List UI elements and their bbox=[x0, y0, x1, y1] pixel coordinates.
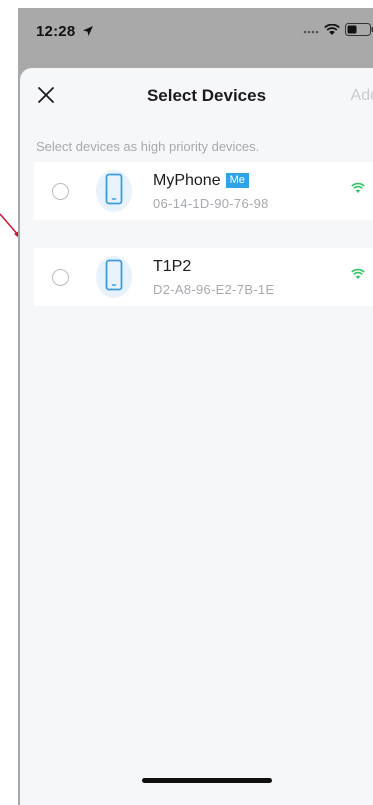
device-mac: D2-A8-96-E2-7B-1E bbox=[153, 282, 275, 297]
device-icon bbox=[96, 254, 132, 300]
select-devices-sheet: Select Devices Add Select devices as hig… bbox=[20, 68, 373, 805]
wifi-icon bbox=[351, 182, 365, 193]
device-row[interactable]: T1P2 D2-A8-96-E2-7B-1E bbox=[34, 248, 373, 306]
device-mac: 06-14-1D-90-76-98 bbox=[153, 196, 269, 211]
phone-icon bbox=[105, 259, 123, 291]
device-icon bbox=[96, 168, 132, 214]
select-radio[interactable] bbox=[52, 183, 69, 200]
wifi-icon bbox=[351, 268, 365, 279]
hint-text: Select devices as high priority devices. bbox=[36, 139, 260, 154]
status-bar: 12:28 bbox=[18, 8, 373, 62]
device-name: MyPhone Me bbox=[153, 172, 249, 190]
status-icons bbox=[303, 23, 373, 39]
device-row[interactable]: MyPhone Me 06-14-1D-90-76-98 bbox=[34, 162, 373, 220]
page-title: Select Devices bbox=[146, 86, 267, 105]
device-name-label: MyPhone bbox=[153, 172, 221, 189]
device-name-label: T1P2 bbox=[153, 258, 192, 275]
navigation-bar: Select Devices Add bbox=[20, 68, 373, 124]
wifi-icon bbox=[324, 24, 340, 35]
location-arrow-icon bbox=[82, 26, 93, 36]
device-name: T1P2 bbox=[153, 258, 191, 276]
battery-icon bbox=[345, 23, 373, 36]
status-time: 12:28 bbox=[36, 23, 94, 40]
home-indicator[interactable] bbox=[142, 778, 272, 783]
time-label: 12:28 bbox=[36, 23, 76, 40]
me-badge: Me bbox=[225, 173, 249, 188]
signal-dots-icon bbox=[303, 30, 319, 34]
select-radio[interactable] bbox=[52, 269, 69, 286]
phone-icon bbox=[105, 173, 123, 205]
phone-screen: 12:28 Select Devices Ad Select devices a… bbox=[18, 8, 373, 805]
add-button[interactable]: Add bbox=[351, 87, 373, 105]
